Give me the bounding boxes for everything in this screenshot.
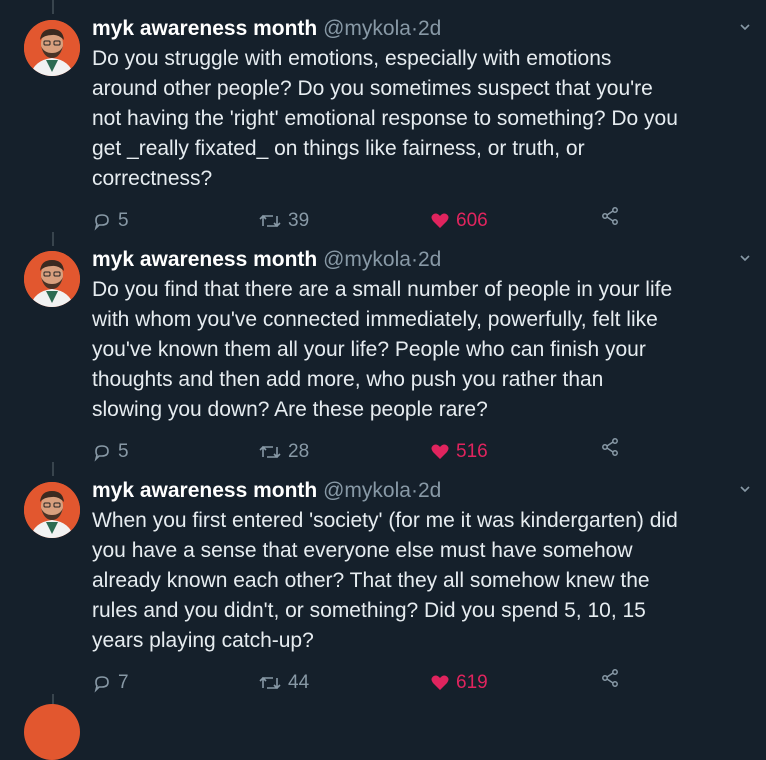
tweet-body: myk awareness month @mykola·2d When you … — [92, 476, 752, 698]
separator-dot: · — [410, 479, 418, 502]
tweet-text-line: get _really fixated_ on things like fair… — [92, 137, 585, 160]
timestamp[interactable]: 2d — [418, 248, 441, 271]
tweet-text-line: slowing you down? Are these people rare? — [92, 398, 488, 421]
tweet-header: myk awareness month @mykola·2d — [92, 476, 752, 506]
tweet-text-line: years playing catch-up? — [92, 629, 314, 652]
reply-count: 5 — [118, 441, 129, 462]
tweet-actions: 5 28 516 — [92, 437, 752, 467]
tweet-header: myk awareness month @mykola·2d — [92, 14, 752, 44]
timestamp[interactable]: 2d — [418, 17, 441, 40]
reply-button[interactable]: 7 — [92, 668, 129, 698]
like-button[interactable]: 619 — [430, 668, 488, 698]
tweet-text: Do you find that there are a small numbe… — [92, 275, 752, 425]
tweet-body: myk awareness month @mykola·2d Do you fi… — [92, 245, 752, 467]
reply-button[interactable]: 5 — [92, 206, 129, 236]
display-name[interactable]: myk awareness month — [92, 17, 317, 40]
avatar[interactable] — [24, 20, 80, 76]
retweet-icon — [259, 676, 281, 690]
retweet-count: 39 — [288, 210, 310, 231]
avatar[interactable] — [24, 482, 80, 538]
tweet-text-line: not having the 'right' emotional respons… — [92, 107, 678, 130]
heart-icon — [431, 444, 449, 459]
tweet-actions: 5 39 606 — [92, 206, 752, 236]
share-icon — [602, 438, 618, 456]
heart-icon — [431, 675, 449, 690]
like-count: 516 — [456, 441, 488, 462]
like-count: 619 — [456, 672, 488, 693]
timestamp[interactable]: 2d — [418, 479, 441, 502]
tweet[interactable]: myk awareness month @mykola·2d Do you fi… — [0, 237, 766, 462]
tweet-text-line: thoughts and then add more, who push you… — [92, 368, 604, 391]
tweet-actions: 7 44 619 — [92, 668, 752, 698]
display-name[interactable]: myk awareness month — [92, 479, 317, 502]
retweet-icon — [259, 445, 281, 459]
tweet-text-line: rules and you didn't, or something? Did … — [92, 599, 646, 622]
tweet-text: When you first entered 'society' (for me… — [92, 506, 752, 656]
chevron-down-icon[interactable] — [738, 482, 752, 496]
tweet-text-line: around other people? Do you sometimes su… — [92, 77, 653, 100]
like-button[interactable]: 606 — [430, 206, 488, 236]
share-button[interactable] — [600, 206, 620, 226]
like-button[interactable]: 516 — [430, 437, 488, 467]
avatar[interactable] — [24, 251, 80, 307]
separator-dot: · — [410, 17, 418, 40]
share-button[interactable] — [600, 437, 620, 457]
share-icon — [602, 207, 618, 225]
separator-dot: · — [410, 248, 418, 271]
reply-count: 5 — [118, 210, 129, 231]
retweet-button[interactable]: 39 — [258, 206, 309, 236]
like-count: 606 — [456, 210, 488, 231]
retweet-button[interactable]: 28 — [258, 437, 309, 467]
retweet-icon — [259, 214, 281, 228]
tweet-text-line: you've known them all your life? People … — [92, 338, 646, 361]
tweet-text: Do you struggle with emotions, especiall… — [92, 44, 752, 194]
display-name[interactable]: myk awareness month — [92, 248, 317, 271]
tweet-header: myk awareness month @mykola·2d — [92, 245, 752, 275]
reply-icon — [94, 214, 109, 231]
chevron-down-icon[interactable] — [738, 20, 752, 34]
tweet-text-line: correctness? — [92, 167, 213, 190]
tweet-text-line: Do you struggle with emotions, especiall… — [92, 47, 612, 70]
tweet-text-line: with whom you've connected immediately, … — [92, 308, 658, 331]
tweet-text-line: already known each other? That they all … — [92, 569, 650, 592]
retweet-count: 44 — [288, 672, 310, 693]
user-handle[interactable]: @mykola — [323, 17, 411, 40]
retweet-button[interactable]: 44 — [258, 668, 309, 698]
heart-icon — [431, 213, 449, 228]
user-handle[interactable]: @mykola — [323, 248, 411, 271]
tweet-text-line: Do you find that there are a small numbe… — [92, 278, 673, 301]
tweet-text-line: you have a sense that everyone else must… — [92, 539, 633, 562]
tweet-text-line: When you first entered 'society' (for me… — [92, 509, 678, 532]
reply-count: 7 — [118, 672, 129, 693]
user-handle[interactable]: @mykola — [323, 479, 411, 502]
tweet[interactable]: myk awareness month @mykola·2d Do you st… — [0, 6, 766, 231]
tweet[interactable]: myk awareness month @mykola·2d When you … — [0, 468, 766, 693]
tweet-body: myk awareness month @mykola·2d Do you st… — [92, 14, 752, 236]
chevron-down-icon[interactable] — [738, 251, 752, 265]
reply-button[interactable]: 5 — [92, 437, 129, 467]
share-button[interactable] — [600, 668, 620, 688]
retweet-count: 28 — [288, 441, 310, 462]
share-icon — [602, 669, 618, 687]
reply-icon — [94, 676, 109, 693]
reply-icon — [94, 445, 109, 462]
avatar[interactable] — [24, 704, 80, 760]
